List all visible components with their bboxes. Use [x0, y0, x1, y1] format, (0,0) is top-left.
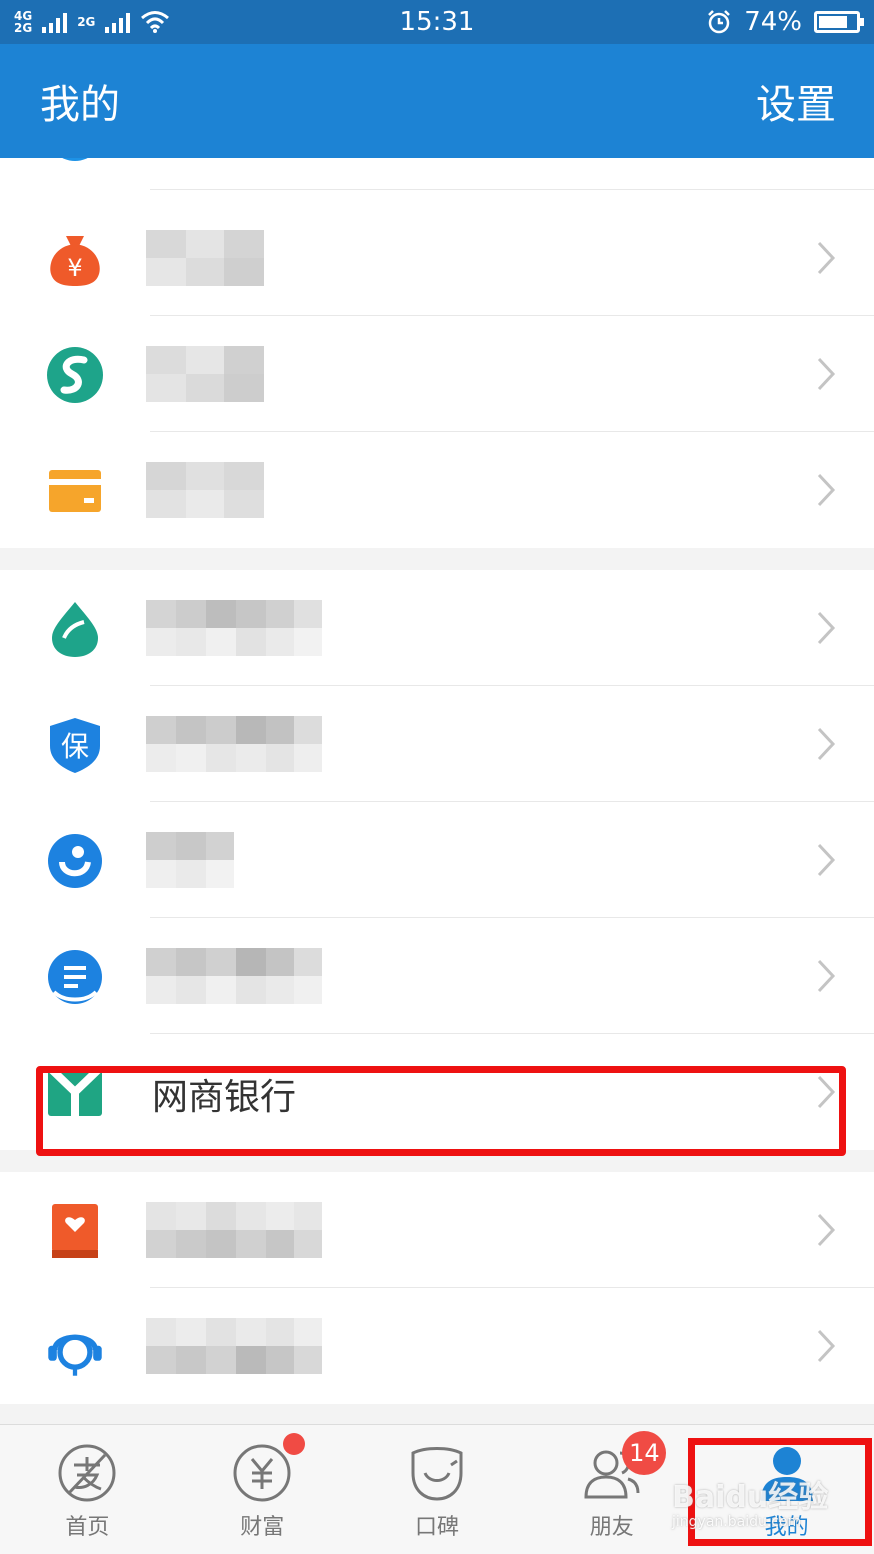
balance-icon [47, 347, 103, 403]
chevron-right-icon [817, 357, 836, 391]
yuan-icon [233, 1444, 291, 1502]
chevron-right-icon [817, 473, 836, 507]
headset-icon [48, 1334, 102, 1376]
list-item-sesame[interactable] [0, 802, 874, 918]
blurred-label [146, 1318, 322, 1374]
money-bag-icon: ¥ [50, 236, 100, 286]
list-item-charity[interactable] [0, 1172, 874, 1288]
signal-indicators: 4G 2G 2G [14, 10, 170, 34]
chevron-right-icon [817, 959, 836, 993]
mybank-icon [46, 1063, 104, 1116]
chevron-right-icon [817, 611, 836, 645]
settings-button[interactable]: 设置 [756, 72, 836, 130]
blurred-label [146, 230, 264, 286]
tab-koubei[interactable]: 口碑 [350, 1425, 525, 1554]
tab-bar: 首页 财富 口碑 14 朋友 我的 [0, 1424, 874, 1554]
section-gap [0, 548, 874, 570]
drop-icon [52, 602, 98, 657]
friends-badge: 14 [622, 1431, 667, 1475]
page-title: 我的 [40, 82, 120, 128]
blurred-label [146, 716, 322, 772]
blurred-label [146, 948, 322, 1004]
battery-fill [819, 16, 847, 28]
svg-text:¥: ¥ [67, 254, 82, 282]
notification-dot [282, 1433, 305, 1455]
chevron-right-icon [817, 1329, 836, 1363]
signal-bars-icon [42, 11, 68, 33]
network-type-2: 2G [77, 15, 96, 29]
blurred-label [146, 1202, 322, 1258]
bank-card-icon [49, 470, 101, 512]
section-gap [0, 1150, 874, 1172]
battery-icon [814, 11, 864, 33]
sesame-icon [48, 834, 102, 888]
shield-icon: 保 [50, 718, 100, 773]
list-item-huabei[interactable] [0, 570, 874, 686]
person-icon [760, 1447, 813, 1501]
battery-percent: 74% [744, 7, 802, 37]
tab-mine[interactable]: 我的 [699, 1425, 874, 1554]
network-type: 4G 2G [14, 9, 33, 35]
list-item-mybank[interactable]: 网商银行 [0, 1034, 874, 1150]
tab-friends[interactable]: 14 朋友 [524, 1425, 699, 1554]
status-bar: 4G 2G 2G 15:31 74% [0, 0, 874, 44]
list-item-bankcard[interactable] [0, 432, 874, 548]
charity-book-icon [52, 1204, 98, 1258]
blurred-label [146, 462, 264, 518]
title-bar: 我的 设置 [0, 44, 874, 158]
list-item-jiebei[interactable] [0, 918, 874, 1034]
section-gap [0, 1404, 874, 1424]
tab-home[interactable]: 首页 [0, 1425, 175, 1554]
svg-text:保: 保 [61, 730, 89, 763]
list-item-yuebao[interactable]: ¥ [0, 200, 874, 316]
chevron-right-icon [817, 843, 836, 877]
tab-wealth[interactable]: 财富 [175, 1425, 350, 1554]
alipay-icon [58, 1444, 116, 1502]
list-item[interactable] [0, 158, 874, 190]
mybank-label: 网商银行 [152, 1077, 297, 1118]
blurred-label [146, 346, 264, 402]
blurred-label [146, 832, 234, 888]
list-item-customer-service[interactable] [0, 1288, 874, 1404]
list-item-insurance[interactable]: 保 [0, 686, 874, 802]
list-item-yuee[interactable] [0, 316, 874, 432]
chevron-right-icon [817, 1213, 836, 1247]
status-right: 74% [706, 7, 864, 37]
wifi-icon [141, 11, 170, 33]
alarm-icon [708, 10, 731, 34]
chevron-right-icon [817, 727, 836, 761]
menu-list: ¥ 保 网商银行 [0, 158, 874, 1424]
koubei-icon [411, 1447, 463, 1501]
chevron-right-icon [817, 241, 836, 275]
partial-blue-icon [62, 158, 88, 161]
chevron-right-icon [817, 1075, 836, 1109]
loan-icon [48, 950, 102, 1004]
blurred-label [146, 600, 322, 656]
signal-bars-2-icon [105, 11, 131, 33]
